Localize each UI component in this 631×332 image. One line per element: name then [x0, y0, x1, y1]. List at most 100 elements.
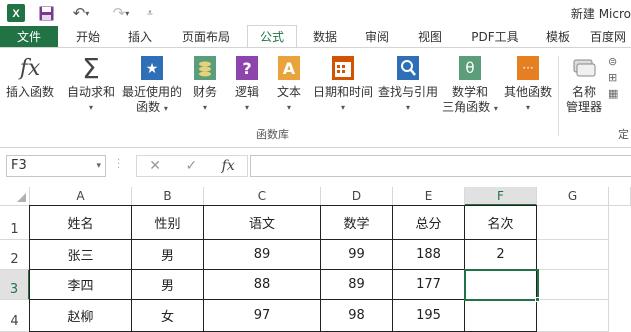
cell-b4[interactable]: 女 — [131, 299, 204, 332]
lookup-button[interactable]: 查找与引用 ▾ — [376, 54, 440, 115]
cell-f2[interactable]: 2 — [464, 239, 537, 270]
text-a-icon: A — [275, 54, 303, 82]
tab-view[interactable]: 视图 — [408, 26, 452, 48]
cell-a4[interactable]: 赵柳 — [29, 299, 132, 332]
column-header-d[interactable]: D — [321, 187, 393, 206]
cell-d4[interactable]: 98 — [320, 299, 393, 332]
theta-icon: θ — [456, 54, 484, 82]
active-cell-selection — [464, 269, 539, 301]
cell-b1[interactable]: 性别 — [131, 205, 204, 240]
fill-handle[interactable] — [535, 297, 540, 302]
enter-icon[interactable]: ✓ — [185, 158, 197, 174]
financial-icon — [191, 54, 219, 82]
cell-d3[interactable]: 89 — [320, 269, 393, 300]
excel-logo-icon: X — [6, 3, 26, 23]
cell-g1[interactable] — [537, 206, 609, 240]
magnifier-icon — [394, 54, 422, 82]
tab-data[interactable]: 数据 — [303, 26, 347, 48]
cell-a2[interactable]: 张三 — [29, 239, 132, 270]
redo-icon[interactable]: ↷ ▾ — [106, 3, 136, 23]
group-label-function-library: 函数库 — [256, 128, 289, 141]
row-header-3[interactable]: 3 — [0, 270, 30, 300]
tab-baidu[interactable]: 百度网 — [590, 26, 631, 48]
column-header-c[interactable]: C — [204, 187, 321, 206]
formula-buttons: ✕ ✓ fx — [136, 155, 248, 177]
formula-input[interactable] — [250, 155, 631, 177]
financial-button[interactable]: 财务 ▾ — [190, 54, 220, 115]
svg-text:★: ★ — [146, 61, 159, 77]
resize-handle[interactable]: · · · — [117, 156, 120, 174]
svg-text:?: ? — [242, 59, 251, 78]
name-manager-button[interactable]: 名称 管理器 — [562, 54, 606, 115]
row-header-1[interactable]: 1 — [0, 206, 30, 240]
group-separator — [558, 56, 559, 136]
group-label-defined-names: 定 — [618, 128, 629, 141]
cell-e3[interactable]: 177 — [392, 269, 465, 300]
title-bar: X ↶ ▾ ↷ ▾ ⩡ 新建 Micro — [0, 0, 631, 26]
cell-a3[interactable]: 李四 — [29, 269, 132, 300]
cell-c3[interactable]: 88 — [203, 269, 321, 300]
column-header-e[interactable]: E — [393, 187, 465, 206]
tab-templates[interactable]: 模板 — [536, 26, 580, 48]
tab-formulas[interactable]: 公式 — [247, 25, 297, 49]
tab-insert[interactable]: 插入 — [118, 26, 162, 48]
svg-text:···: ··· — [522, 61, 533, 75]
cell-f1[interactable]: 名次 — [464, 205, 537, 240]
define-name-icons[interactable]: ⊜ ⊞ ▦ — [608, 54, 631, 102]
customize-qat-icon[interactable]: ⩡ — [142, 3, 158, 23]
cell-c1[interactable]: 语文 — [203, 205, 321, 240]
calendar-icon — [329, 54, 357, 82]
fx-icon: fx — [19, 55, 41, 81]
ribbon-tabs: 文件 开始 插入 页面布局 公式 数据 审阅 视图 PDF工具 模板 百度网 — [0, 25, 631, 49]
cell-b2[interactable]: 男 — [131, 239, 204, 270]
cell-e1[interactable]: 总分 — [392, 205, 465, 240]
text-button[interactable]: A 文本 ▾ — [274, 54, 304, 115]
autosum-button[interactable]: Σ 自动求和 ▾ — [64, 54, 118, 115]
cell-a1[interactable]: 姓名 — [29, 205, 132, 240]
svg-text:A: A — [283, 59, 296, 78]
name-tag-icon — [570, 54, 598, 82]
tab-file[interactable]: 文件 — [0, 26, 58, 48]
svg-text:θ: θ — [465, 59, 474, 77]
math-trig-button[interactable]: θ 数学和 三角函数 ▾ — [442, 54, 498, 116]
cancel-icon[interactable]: ✕ — [149, 158, 161, 174]
datetime-button[interactable]: 日期和时间 ▾ — [310, 54, 376, 115]
ribbon-formulas: fx 插入函数 Σ 自动求和 ▾ ★ 最近使用的 函数 ▾ 财务 ▾ ? 逻辑 … — [0, 48, 631, 148]
svg-text:X: X — [12, 8, 20, 20]
column-header-g[interactable]: G — [537, 187, 609, 206]
tab-pdf-tools[interactable]: PDF工具 — [462, 26, 528, 48]
row-header-2[interactable]: 2 — [0, 240, 30, 270]
tab-home[interactable]: 开始 — [66, 26, 110, 48]
tab-review[interactable]: 审阅 — [355, 26, 399, 48]
column-header-a[interactable]: A — [30, 187, 132, 206]
spreadsheet-grid: A B C D E F G 1 2 3 4 姓名 性别 语文 数学 总分 名次 … — [0, 187, 631, 332]
name-box[interactable]: F3 ▾ — [6, 155, 106, 177]
chevron-down-icon[interactable]: ▾ — [96, 156, 101, 176]
logical-button[interactable]: ? 逻辑 ▾ — [232, 54, 262, 115]
column-header-f[interactable]: F — [465, 187, 537, 206]
tab-page-layout[interactable]: 页面布局 — [172, 26, 240, 48]
column-header-h[interactable] — [609, 187, 631, 206]
cell-e4[interactable]: 195 — [392, 299, 465, 332]
select-all-corner[interactable] — [0, 187, 30, 206]
insert-function-button[interactable]: fx 插入函数 — [4, 54, 56, 100]
column-header-b[interactable]: B — [132, 187, 204, 206]
cell-e2[interactable]: 188 — [392, 239, 465, 270]
cell-g4[interactable] — [537, 300, 609, 332]
fx-icon[interactable]: fx — [222, 158, 235, 174]
cell-c2[interactable]: 89 — [203, 239, 321, 270]
cell-g3[interactable] — [537, 270, 609, 300]
cell-b3[interactable]: 男 — [131, 269, 204, 300]
cell-c4[interactable]: 97 — [203, 299, 321, 332]
more-functions-button[interactable]: ··· 其他函数 ▾ — [502, 54, 554, 115]
cell-d1[interactable]: 数学 — [320, 205, 393, 240]
row-header-4[interactable]: 4 — [0, 300, 30, 332]
window-title: 新建 Micro — [570, 7, 631, 21]
cell-f4[interactable] — [464, 299, 537, 332]
cell-d2[interactable]: 99 — [320, 239, 393, 270]
question-icon: ? — [233, 54, 261, 82]
recently-used-button[interactable]: ★ 最近使用的 函数 ▾ — [120, 54, 184, 116]
cell-g2[interactable] — [537, 240, 609, 270]
undo-icon[interactable]: ↶ ▾ — [66, 3, 96, 23]
save-icon[interactable] — [36, 3, 56, 23]
